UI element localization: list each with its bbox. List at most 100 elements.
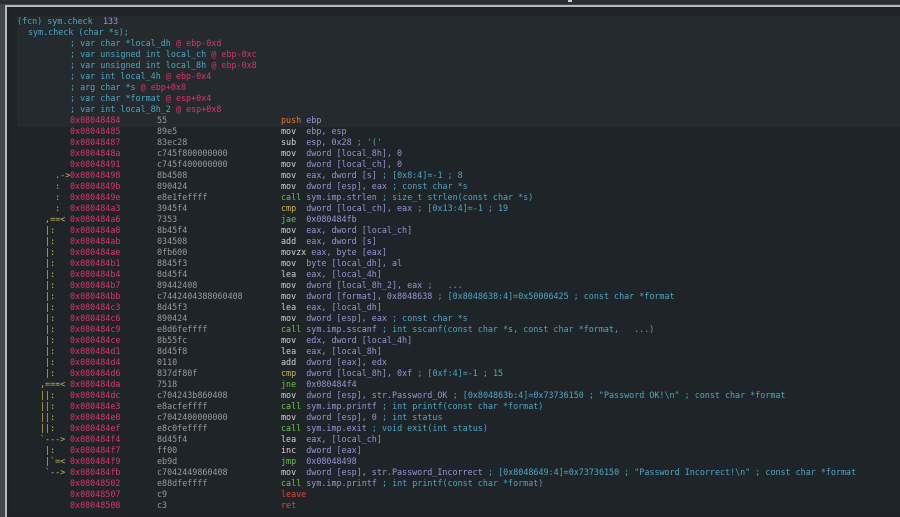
instruction-address: 0x080484b4 bbox=[70, 269, 121, 279]
instruction-address: 0x08048485 bbox=[70, 126, 121, 136]
instruction-bytes: eb9d bbox=[157, 456, 178, 466]
instruction-row[interactable]: |: 0x080484c3 8d45f3 lea eax, [local_dh] bbox=[10, 302, 900, 313]
instruction-bytes: 890424 bbox=[157, 181, 188, 191]
instruction-row[interactable]: |: 0x080484c6 890424 mov dword [esp], eax ; c… bbox=[10, 313, 900, 324]
instruction-mnemonic: call bbox=[281, 423, 302, 433]
instruction-address: 0x080484c9 bbox=[70, 324, 121, 334]
instruction-bytes: ff00 bbox=[157, 445, 178, 455]
instruction-operands: dword [local_ch], eax bbox=[306, 203, 413, 213]
instruction-row[interactable]: 0x08048508 c3 ret bbox=[10, 500, 900, 511]
instruction-address: 0x080484c3 bbox=[70, 302, 121, 312]
instruction-address: 0x080484f9 bbox=[70, 456, 121, 466]
local-var-decl: ; var char *format bbox=[70, 93, 161, 103]
instruction-address: 0x08048487 bbox=[70, 137, 121, 147]
instruction-address: 0x080484f7 bbox=[70, 445, 121, 455]
instruction-comment: ; const char *s bbox=[392, 313, 468, 323]
instruction-row[interactable]: |: 0x080484c9 e8d6feffff call sym.imp.sscanf… bbox=[10, 324, 900, 335]
instruction-address: 0x08048507 bbox=[70, 489, 121, 499]
instruction-row[interactable]: |: 0x080484b4 8d45f4 lea eax, [local_4h] bbox=[10, 269, 900, 280]
instruction-row[interactable]: |: 0x080484ab 034508 add eax, dword [s] bbox=[10, 236, 900, 247]
instruction-row[interactable]: ||: 0x080484e3 e8acfeffff call sym.imp.print… bbox=[10, 401, 900, 412]
instruction-row[interactable]: :0x0804849b 890424 mov dword [esp], eax ; co… bbox=[10, 181, 900, 192]
instruction-row[interactable]: ||: 0x080484dc c704243b860408 mov dword [esp… bbox=[10, 390, 900, 401]
instruction-bytes: 0fb600 bbox=[157, 247, 188, 257]
flow-arrow: ||: bbox=[40, 423, 56, 433]
instruction-operands: sym.imp.printf bbox=[306, 478, 377, 488]
instruction-row[interactable]: `--> 0x080484fb c7042449860408 mov dword [es… bbox=[10, 467, 900, 478]
instruction-bytes: 89e5 bbox=[157, 126, 178, 136]
instruction-row[interactable]: |: 0x080484f7 ff00 inc dword [eax] bbox=[10, 445, 900, 456]
instruction-row[interactable]: ||: 0x080484e8 c7042400000000 mov dword [esp… bbox=[10, 412, 900, 423]
disassembly-pane[interactable]: (fcn) sym.check 133 sym.check (char *s);… bbox=[10, 9, 900, 512]
instruction-address: 0x08048484 bbox=[70, 115, 121, 125]
instruction-row[interactable]: |: 0x080484b1 8845f3 mov byte [local_dh], al bbox=[10, 258, 900, 269]
instruction-row[interactable]: ,==< 0x080484a6 7353 jae 0x080484fb bbox=[10, 214, 900, 225]
flow-arrow: |`=< bbox=[40, 456, 66, 466]
instruction-address: 0x080484da bbox=[70, 379, 121, 389]
instruction-row[interactable]: `---> 0x080484f4 8d45f4 lea eax, [local_ch] bbox=[10, 434, 900, 445]
instruction-row[interactable]: 0x0804848a c745f800000000 mov dword [local_… bbox=[10, 148, 900, 159]
instruction-row[interactable]: :0x0804849e e8e1feffff call sym.imp.strlen;… bbox=[10, 192, 900, 203]
flow-arrow: |: bbox=[40, 269, 56, 279]
instruction-address: 0x0804849b bbox=[70, 181, 121, 191]
instruction-mnemonic: mov bbox=[281, 390, 297, 400]
instruction-row[interactable]: |`=< 0x080484f9 eb9d jmp 0x08048498 bbox=[10, 456, 900, 467]
local-var-offset: @ esp+0x4 bbox=[165, 93, 212, 103]
instruction-row[interactable]: :0x080484a3 3945f4 cmp dword [local_ch], ea… bbox=[10, 203, 900, 214]
instruction-comment: ; ... bbox=[427, 280, 463, 290]
instruction-row[interactable]: ,===< 0x080484da 7518 jne 0x080484f4 bbox=[10, 379, 900, 390]
instruction-operands: ebp, esp bbox=[306, 126, 347, 136]
flow-arrow: |: bbox=[40, 368, 56, 378]
instruction-bytes: 55 bbox=[157, 115, 168, 125]
instruction-operands: edx, dword [local_4h] bbox=[306, 335, 413, 345]
instruction-bytes: 8d45f8 bbox=[157, 346, 188, 356]
instruction-row[interactable]: ||: 0x080484ef e8c0feffff call sym.imp.exit;… bbox=[10, 423, 900, 434]
instruction-bytes: 890424 bbox=[157, 313, 188, 323]
instruction-row[interactable]: .-> 0x08048498 8b4508 mov eax, dword [s] ; [0… bbox=[10, 170, 900, 181]
instruction-bytes: 89442408 bbox=[157, 280, 198, 290]
instruction-row[interactable]: 0x08048507 c9 leave bbox=[10, 489, 900, 500]
local-var-decl: ; var char *local_dh bbox=[70, 38, 171, 48]
instruction-row[interactable]: |: 0x080484d6 837df80f cmp dword [local_8h],… bbox=[10, 368, 900, 379]
instruction-mnemonic: mov bbox=[281, 181, 297, 191]
instruction-row[interactable]: |: 0x080484ce 8b55fc mov edx, dword [local_4… bbox=[10, 335, 900, 346]
instruction-row[interactable]: 0x08048487 83ec28 sub esp, 0x28 ; '(' bbox=[10, 137, 900, 148]
instruction-row[interactable]: 0x08048485 89e5 mov ebp, esp bbox=[10, 126, 900, 137]
instruction-row[interactable]: 0x08048502 e88dfeffff call sym.imp.printf ; … bbox=[10, 478, 900, 489]
instruction-bytes: 8b55fc bbox=[157, 335, 188, 345]
instruction-operands: dword [local_8h], 0 bbox=[306, 148, 403, 158]
instruction-mnemonic: mov bbox=[281, 467, 297, 477]
instruction-mnemonic: jmp bbox=[281, 456, 297, 466]
instruction-mnemonic: add bbox=[281, 357, 297, 367]
instruction-operands: dword [esp], eax bbox=[306, 181, 387, 191]
flow-arrow: |: bbox=[40, 225, 56, 235]
instruction-row[interactable]: 0x08048484 55 push ebp bbox=[10, 115, 900, 126]
instruction-bytes: e8e1feffff bbox=[157, 192, 208, 202]
instruction-bytes: 7518 bbox=[157, 379, 178, 389]
instruction-row[interactable]: |: 0x080484ae 0fb600 movzx eax, byte [eax] bbox=[10, 247, 900, 258]
instruction-row[interactable]: 0x08048491 c745f400000000 mov dword [local_… bbox=[10, 159, 900, 170]
instruction-row[interactable]: |: 0x080484d1 8d45f8 lea eax, [local_8h] bbox=[10, 346, 900, 357]
local-var-line: ; arg char *s @ ebp+0x8 bbox=[70, 82, 890, 93]
instruction-operands: eax, [local_ch] bbox=[306, 434, 382, 444]
instruction-address: 0x080484d4 bbox=[70, 357, 121, 367]
instruction-address: 0x080484a6 bbox=[70, 214, 121, 224]
instruction-address: 0x080484ce bbox=[70, 335, 121, 345]
flow-arrow: |: bbox=[40, 313, 56, 323]
instruction-address: 0x08048502 bbox=[70, 478, 121, 488]
flow-arrow: |: bbox=[40, 346, 56, 356]
instruction-row[interactable]: |: 0x080484bb c7442404388060408 mov dword [f… bbox=[10, 291, 900, 302]
instruction-comment: ; [0x8048638:4]=0x50006425 ; const char … bbox=[437, 291, 675, 301]
local-var-offset: @ ebp-0xd bbox=[176, 38, 222, 48]
instruction-bytes: c3 bbox=[157, 500, 168, 510]
instruction-operands: 0x08048498 bbox=[306, 456, 357, 466]
instruction-row[interactable]: |: 0x080484a8 8b45f4 mov eax, dword [local_c… bbox=[10, 225, 900, 236]
instruction-bytes: 8b4508 bbox=[157, 170, 188, 180]
instruction-address: 0x08048491 bbox=[70, 159, 121, 169]
instruction-row[interactable]: |: 0x080484d4 0110 add dword [eax], edx bbox=[10, 357, 900, 368]
flow-arrow: `---> bbox=[40, 434, 66, 444]
function-name: (fcn) sym.check bbox=[17, 16, 93, 26]
instruction-bytes: 8d45f4 bbox=[157, 434, 188, 444]
instruction-row[interactable]: |: 0x080484b7 89442408 mov dword [local_8h_2… bbox=[10, 280, 900, 291]
instruction-bytes: 8d45f3 bbox=[157, 302, 188, 312]
